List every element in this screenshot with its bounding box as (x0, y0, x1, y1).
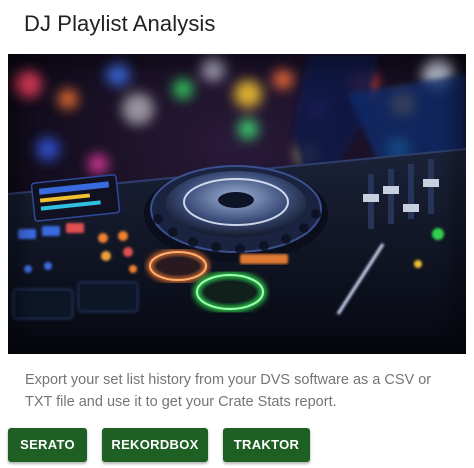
dj-controller-image (8, 54, 466, 354)
serato-button[interactable]: SERATO (8, 428, 87, 462)
traktor-button[interactable]: TRAKTOR (223, 428, 310, 462)
card-description: Export your set list history from your D… (25, 372, 432, 410)
rekordbox-button[interactable]: REKORDBOX (102, 428, 208, 462)
card-title: DJ Playlist Analysis (24, 11, 216, 36)
